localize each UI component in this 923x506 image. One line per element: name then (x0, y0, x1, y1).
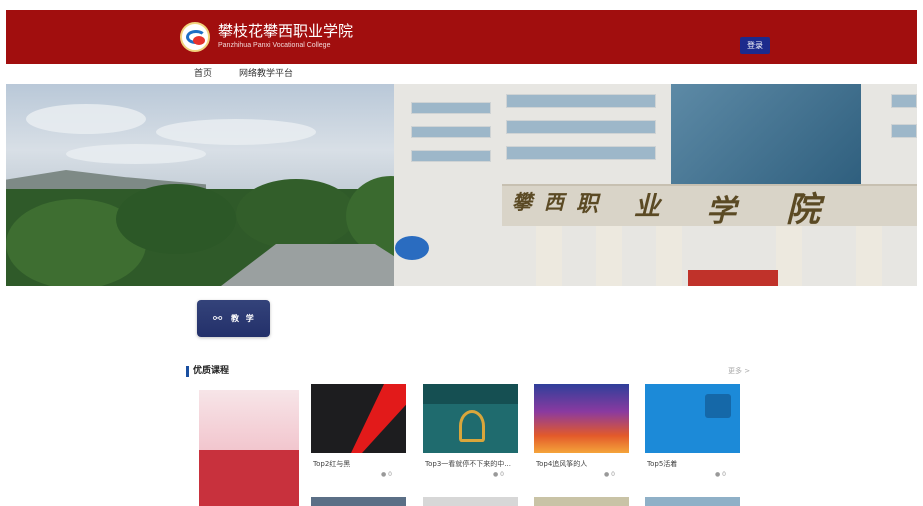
teaching-label: 教 学 (231, 314, 256, 323)
course-title[interactable]: Top5活着 (647, 460, 739, 469)
course-learner-count: ● 0 (381, 471, 392, 478)
section-title: 优质课程 (193, 366, 230, 376)
section-accent-bar (186, 366, 189, 377)
globe-sculpture (395, 236, 429, 260)
course-cover[interactable] (423, 497, 518, 506)
course-cover[interactable] (645, 384, 740, 453)
course-title[interactable]: Top3一看就停不下来的中... (425, 460, 517, 469)
login-button[interactable]: 登录 (740, 37, 770, 54)
course-learner-count: ● 0 (493, 471, 504, 478)
campus-banner-image: 攀 西 职 业 学 院 (6, 84, 917, 286)
course-card[interactable]: Top4追风筝的人 ● 0 (534, 384, 629, 478)
course-cover[interactable] (311, 497, 406, 506)
nav-item-home[interactable]: 首页 (194, 68, 212, 80)
course-card[interactable]: Top5活着 ● 0 (645, 384, 740, 478)
course-learner-count: ● 0 (604, 471, 615, 478)
course-card[interactable]: Top3一看就停不下来的中... ● 0 (423, 384, 518, 478)
school-name[interactable]: 攀枝花攀西职业学院 (218, 22, 353, 40)
course-cover[interactable] (311, 384, 406, 453)
featured-course-cover[interactable] (199, 390, 299, 506)
course-card[interactable]: Top2红与黑 ● 0 (311, 384, 406, 478)
main-nav: 首页 网络教学平台 (6, 64, 917, 84)
page: 攀枝花攀西职业学院 Panzhihua Panxi Vocational Col… (0, 0, 923, 506)
nav-item-teaching-platform[interactable]: 网络教学平台 (239, 68, 293, 80)
course-cover[interactable] (645, 497, 740, 506)
course-learner-count: ● 0 (715, 471, 726, 478)
site-header: 攀枝花攀西职业学院 Panzhihua Panxi Vocational Col… (6, 10, 917, 64)
school-logo-icon[interactable] (180, 22, 210, 52)
course-cover[interactable] (423, 384, 518, 453)
school-name-english: Panzhihua Panxi Vocational College (218, 42, 331, 49)
course-cover[interactable] (534, 497, 629, 506)
teaching-button[interactable]: ⚯ 教 学 (197, 300, 270, 337)
user-icon: ⚯ (213, 312, 223, 325)
course-cover[interactable] (534, 384, 629, 453)
course-title[interactable]: Top4追风筝的人 (536, 460, 628, 469)
more-link[interactable]: 更多 > (728, 367, 750, 376)
course-title[interactable]: Top2红与黑 (313, 460, 405, 469)
